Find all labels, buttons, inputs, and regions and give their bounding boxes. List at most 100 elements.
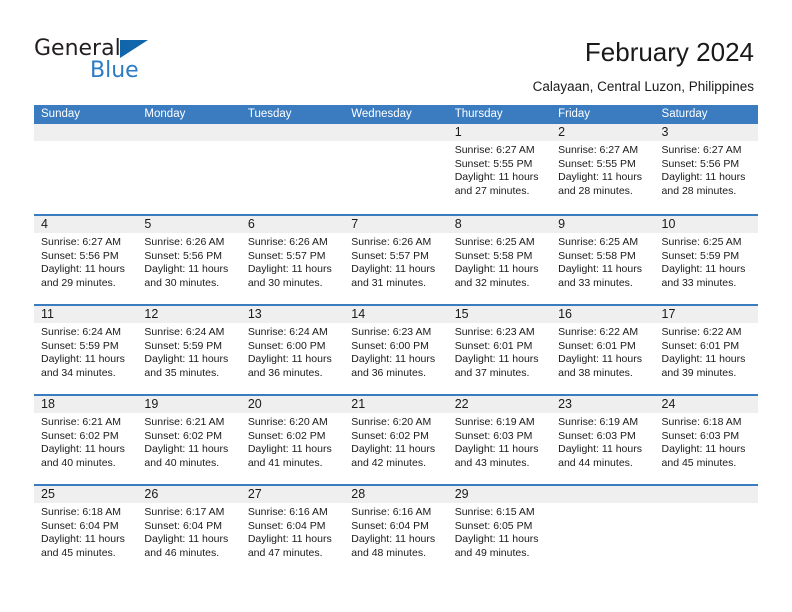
day-number: 26 xyxy=(137,486,241,503)
day-info-daylight-line2: and 30 minutes. xyxy=(144,276,220,289)
calendar-week-row: 4 Sunrise: 6:27 AM Sunset: 5:56 PM Daylight… xyxy=(34,214,758,304)
calendar-day-cell[interactable]: 23 Sunrise: 6:19 AM Sunset: 6:03 PM Dayligh… xyxy=(551,396,655,484)
calendar-day-cell[interactable]: 16 Sunrise: 6:22 AM Sunset: 6:01 PM Dayligh… xyxy=(551,306,655,394)
weekday-header-thursday: Thursday xyxy=(454,108,503,120)
day-info-sunrise: Sunrise: 6:24 AM xyxy=(247,326,328,338)
day-number: 9 xyxy=(551,216,655,233)
day-info-daylight-line2: and 31 minutes. xyxy=(351,276,426,289)
calendar-day-cell[interactable]: 14 Sunrise: 6:23 AM Sunset: 6:00 PM Dayligh… xyxy=(344,306,448,394)
calendar-day-cell[interactable]: 21 Sunrise: 6:20 AM Sunset: 6:02 PM Dayligh… xyxy=(344,396,448,484)
day-info-sunrise: Sunrise: 6:22 AM xyxy=(661,326,742,338)
day-info-daylight-line1: Daylight: 11 hours xyxy=(41,263,125,276)
day-info-daylight-line1: Daylight: 11 hours xyxy=(454,263,539,276)
weekday-header-monday: Monday xyxy=(144,108,186,120)
day-sun-info: Sunrise: 6:18 AM Sunset: 6:04 PM Daylight:… xyxy=(34,503,137,560)
day-info-sunset: Sunset: 5:55 PM xyxy=(454,157,533,170)
calendar-day-cell[interactable]: 12 Sunrise: 6:24 AM Sunset: 5:59 PM Dayligh… xyxy=(137,306,241,394)
day-info-sunset: Sunset: 5:58 PM xyxy=(454,249,533,262)
calendar-day-cell[interactable]: 22 Sunrise: 6:19 AM Sunset: 6:03 PM Dayligh… xyxy=(447,396,552,484)
day-info-sunrise: Sunrise: 6:27 AM xyxy=(41,236,121,248)
day-info-sunrise: Sunrise: 6:16 AM xyxy=(247,506,328,518)
day-info-sunset: Sunset: 5:55 PM xyxy=(558,157,636,170)
day-sun-info: Sunrise: 6:24 AM Sunset: 5:59 PM Daylight:… xyxy=(34,323,137,380)
day-info-daylight-line2: and 29 minutes. xyxy=(41,276,116,289)
day-number: 22 xyxy=(447,396,552,413)
calendar-day-cell[interactable]: 29 Sunrise: 6:15 AM Sunset: 6:05 PM Dayligh… xyxy=(447,486,552,574)
day-info-daylight-line2: and 39 minutes. xyxy=(661,366,737,379)
day-sun-info: Sunrise: 6:27 AM Sunset: 5:55 PM Daylight:… xyxy=(448,141,551,198)
day-info-daylight-line2: and 48 minutes. xyxy=(351,546,426,559)
day-sun-info: Sunrise: 6:16 AM Sunset: 6:04 PM Daylight:… xyxy=(344,503,447,560)
day-info-daylight-line2: and 45 minutes. xyxy=(41,546,116,559)
day-info-daylight-line1: Daylight: 11 hours xyxy=(351,533,436,546)
calendar-day-cell[interactable]: 15 Sunrise: 6:23 AM Sunset: 6:01 PM Dayligh… xyxy=(447,306,552,394)
calendar-weekday-header-row: Sunday Monday Tuesday Wednesday Thursday Frid… xyxy=(34,105,758,124)
calendar-day-cell[interactable]: 28 Sunrise: 6:16 AM Sunset: 6:04 PM Dayligh… xyxy=(344,486,448,574)
day-info-sunset: Sunset: 6:04 PM xyxy=(144,519,223,532)
calendar-day-cell-empty xyxy=(137,124,241,214)
calendar-day-cell[interactable]: 9 Sunrise: 6:25 AM Sunset: 5:58 PM Daylight… xyxy=(551,216,655,304)
day-info-sunrise: Sunrise: 6:24 AM xyxy=(144,326,225,338)
day-number: 14 xyxy=(344,306,448,323)
day-info-daylight-line1: Daylight: 11 hours xyxy=(661,263,746,276)
logo-text-blue: Blue xyxy=(90,58,139,83)
day-number: 28 xyxy=(344,486,448,503)
day-info-sunrise: Sunrise: 6:26 AM xyxy=(144,236,225,248)
day-info-daylight-line2: and 37 minutes. xyxy=(454,366,530,379)
day-info-sunrise: Sunrise: 6:19 AM xyxy=(454,416,535,428)
day-info-sunrise: Sunrise: 6:25 AM xyxy=(661,236,742,248)
day-info-sunset: Sunset: 6:05 PM xyxy=(454,519,533,532)
day-info-sunset: Sunset: 5:57 PM xyxy=(247,249,326,262)
day-number: 29 xyxy=(447,486,552,503)
calendar-day-cell[interactable]: 27 Sunrise: 6:16 AM Sunset: 6:04 PM Dayligh… xyxy=(240,486,345,574)
calendar-day-cell[interactable]: 3 Sunrise: 6:27 AM Sunset: 5:56 PM Daylight… xyxy=(654,124,758,214)
day-sun-info: Sunrise: 6:23 AM Sunset: 6:01 PM Daylight:… xyxy=(448,323,551,380)
day-info-sunrise: Sunrise: 6:27 AM xyxy=(558,144,639,156)
calendar-day-cell[interactable]: 5 Sunrise: 6:26 AM Sunset: 5:56 PM Daylight… xyxy=(137,216,241,304)
day-number: 7 xyxy=(344,216,448,233)
day-info-daylight-line1: Daylight: 11 hours xyxy=(661,171,746,184)
calendar-day-cell[interactable]: 7 Sunrise: 6:26 AM Sunset: 5:57 PM Daylight… xyxy=(344,216,448,304)
day-info-sunrise: Sunrise: 6:20 AM xyxy=(351,416,432,428)
calendar-day-cell[interactable]: 19 Sunrise: 6:21 AM Sunset: 6:02 PM Dayligh… xyxy=(137,396,241,484)
calendar-day-cell[interactable]: 24 Sunrise: 6:18 AM Sunset: 6:03 PM Dayligh… xyxy=(654,396,758,484)
day-number xyxy=(240,124,345,141)
calendar-day-cell[interactable]: 4 Sunrise: 6:27 AM Sunset: 5:56 PM Daylight… xyxy=(34,216,138,304)
day-number: 3 xyxy=(654,124,758,141)
day-info-daylight-line2: and 45 minutes. xyxy=(661,456,737,469)
day-info-daylight-line1: Daylight: 11 hours xyxy=(661,443,746,456)
day-number: 15 xyxy=(447,306,552,323)
brand-logo[interactable]: General Blue xyxy=(34,36,164,86)
calendar-day-cell[interactable]: 26 Sunrise: 6:17 AM Sunset: 6:04 PM Dayligh… xyxy=(137,486,241,574)
day-info-sunset: Sunset: 5:56 PM xyxy=(661,157,740,170)
day-info-daylight-line1: Daylight: 11 hours xyxy=(144,533,229,546)
calendar-day-cell[interactable]: 20 Sunrise: 6:20 AM Sunset: 6:02 PM Dayligh… xyxy=(240,396,345,484)
calendar-day-cell-empty xyxy=(344,124,448,214)
day-info-daylight-line2: and 49 minutes. xyxy=(454,546,530,559)
calendar-day-cell[interactable]: 11 Sunrise: 6:24 AM Sunset: 5:59 PM Dayligh… xyxy=(34,306,138,394)
day-sun-info: Sunrise: 6:25 AM Sunset: 5:59 PM Daylight:… xyxy=(655,233,758,290)
calendar-day-cell[interactable]: 25 Sunrise: 6:18 AM Sunset: 6:04 PM Dayligh… xyxy=(34,486,138,574)
weekday-header-tuesday: Tuesday xyxy=(247,108,292,120)
day-number: 5 xyxy=(137,216,241,233)
calendar-day-cell[interactable]: 18 Sunrise: 6:21 AM Sunset: 6:02 PM Dayligh… xyxy=(34,396,138,484)
day-info-daylight-line1: Daylight: 11 hours xyxy=(558,443,642,456)
calendar-day-cell[interactable]: 13 Sunrise: 6:24 AM Sunset: 6:00 PM Dayligh… xyxy=(240,306,345,394)
calendar-day-cell[interactable]: 6 Sunrise: 6:26 AM Sunset: 5:57 PM Daylight… xyxy=(240,216,345,304)
calendar-day-cell-empty xyxy=(34,124,138,214)
day-sun-info: Sunrise: 6:18 AM Sunset: 6:03 PM Daylight:… xyxy=(655,413,758,470)
day-number: 25 xyxy=(34,486,138,503)
calendar-day-cell[interactable]: 8 Sunrise: 6:25 AM Sunset: 5:58 PM Daylight… xyxy=(447,216,552,304)
day-info-sunset: Sunset: 6:04 PM xyxy=(41,519,119,532)
calendar-day-cell[interactable]: 17 Sunrise: 6:22 AM Sunset: 6:01 PM Dayligh… xyxy=(654,306,758,394)
day-info-sunset: Sunset: 6:01 PM xyxy=(454,339,533,352)
day-info-sunset: Sunset: 5:57 PM xyxy=(351,249,429,262)
calendar-day-cell[interactable]: 2 Sunrise: 6:27 AM Sunset: 5:55 PM Daylight… xyxy=(551,124,655,214)
calendar-day-cell[interactable]: 1 Sunrise: 6:27 AM Sunset: 5:55 PM Daylight… xyxy=(447,124,552,214)
weekday-header-wednesday: Wednesday xyxy=(351,108,412,120)
day-sun-info: Sunrise: 6:21 AM Sunset: 6:02 PM Daylight:… xyxy=(34,413,137,470)
day-number: 11 xyxy=(34,306,138,323)
day-info-daylight-line2: and 33 minutes. xyxy=(661,276,737,289)
day-number: 18 xyxy=(34,396,138,413)
calendar-day-cell[interactable]: 10 Sunrise: 6:25 AM Sunset: 5:59 PM Dayligh… xyxy=(654,216,758,304)
